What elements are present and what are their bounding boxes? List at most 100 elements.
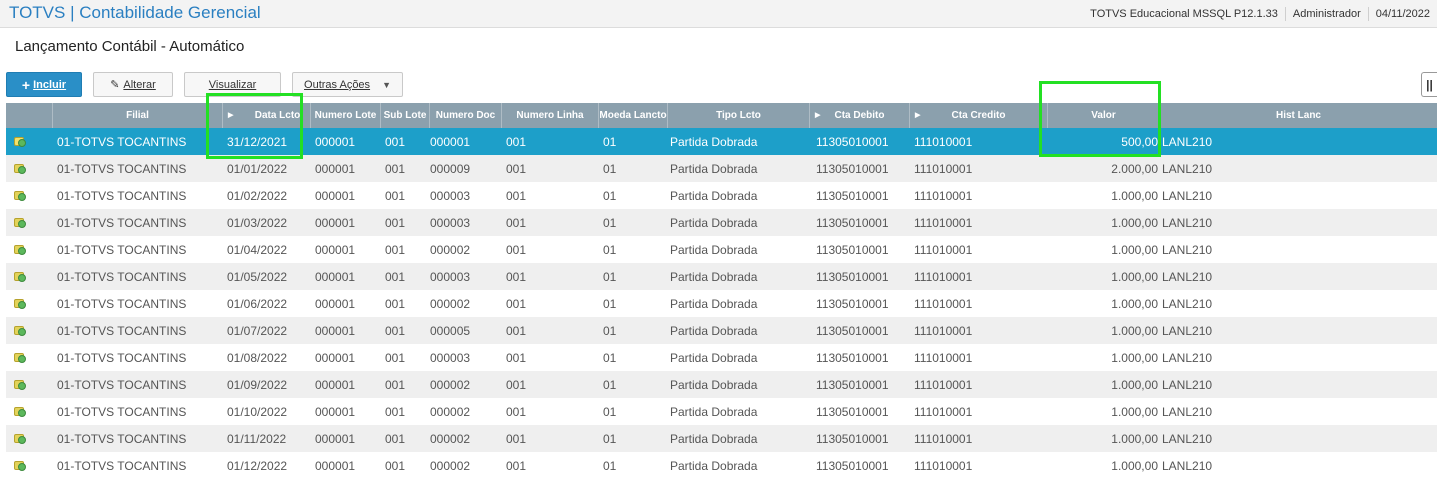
cell-data-lcto: 01/12/2022 — [227, 458, 288, 473]
header-numero-doc[interactable]: Numero Doc — [430, 103, 502, 128]
header-filial[interactable]: Filial — [53, 103, 223, 128]
table-row[interactable]: 01-TOTVS TOCANTINS 01/03/2022 000001 001 000… — [6, 209, 1437, 236]
cell-moeda-lancto: 01 — [603, 161, 617, 176]
cell-numero-linha: 001 — [506, 404, 527, 419]
cell-cta-credito: 111010001 — [914, 215, 973, 230]
cell-cta-debito: 11305010001 — [816, 431, 889, 446]
table-row[interactable]: 01-TOTVS TOCANTINS 01/11/2022 000001 001 000… — [6, 425, 1437, 452]
cell-numero-linha: 001 — [506, 215, 527, 230]
cell-numero-lote: 000001 — [315, 404, 356, 419]
cell-numero-doc: 000003 — [430, 215, 471, 230]
cell-filial: 01-TOTVS TOCANTINS — [57, 296, 187, 311]
cell-numero-doc: 000002 — [430, 377, 471, 392]
cell-tipo-lcto: Partida Dobrada — [670, 134, 758, 149]
header-numero-linha[interactable]: Numero Linha — [502, 103, 599, 128]
table-row[interactable]: 01-TOTVS TOCANTINS 01/02/2022 000001 001 000… — [6, 182, 1437, 209]
legend-cell — [6, 128, 53, 155]
status-legend-icon[interactable] — [14, 434, 26, 444]
cell-sub-lote: 001 — [385, 323, 406, 338]
table-row[interactable]: 01-TOTVS TOCANTINS 01/06/2022 000001 001 000… — [6, 290, 1437, 317]
visualizar-button[interactable]: Visualizar — [184, 72, 281, 97]
cell-moeda-lancto: 01 — [603, 269, 617, 284]
status-legend-icon[interactable] — [14, 191, 26, 201]
cell-numero-linha: 001 — [506, 458, 527, 473]
grid-header: Filial ▶ Data Lcto Numero Lote Sub Lote … — [6, 103, 1437, 128]
cell-numero-doc: 000005 — [430, 323, 471, 338]
cell-numero-doc: 000002 — [430, 296, 471, 311]
header-tipo-lcto[interactable]: Tipo Lcto — [668, 103, 810, 128]
cell-hist-lanc: LANL210 — [1162, 188, 1213, 203]
status-legend-icon[interactable] — [14, 380, 26, 390]
cell-cta-credito: 111010001 — [914, 134, 973, 149]
cell-tipo-lcto: Partida Dobrada — [670, 215, 758, 230]
user-label[interactable]: Administrador — [1284, 7, 1368, 21]
cell-valor: 1.000,00 — [1111, 296, 1158, 311]
cell-tipo-lcto: Partida Dobrada — [670, 296, 758, 311]
column-config-icon[interactable]: || — [1421, 72, 1437, 97]
status-legend-icon[interactable] — [14, 407, 26, 417]
header-sub-lote[interactable]: Sub Lote — [381, 103, 430, 128]
status-legend-icon[interactable] — [14, 137, 26, 147]
table-row[interactable]: 01-TOTVS TOCANTINS 01/09/2022 000001 001 000… — [6, 371, 1437, 398]
table-row[interactable]: 01-TOTVS TOCANTINS 01/01/2022 000001 001 000… — [6, 155, 1437, 182]
cell-filial: 01-TOTVS TOCANTINS — [57, 242, 187, 257]
status-legend-icon[interactable] — [14, 272, 26, 282]
cell-data-lcto: 01/10/2022 — [227, 404, 288, 419]
cell-filial: 01-TOTVS TOCANTINS — [57, 269, 187, 284]
table-row[interactable]: 01-TOTVS TOCANTINS 01/12/2022 000001 001 000… — [6, 452, 1437, 479]
status-legend-icon[interactable] — [14, 218, 26, 228]
cell-sub-lote: 001 — [385, 215, 406, 230]
header-hist-lanc[interactable]: Hist Lanc — [1160, 103, 1437, 128]
table-row[interactable]: 01-TOTVS TOCANTINS 01/10/2022 000001 001 000… — [6, 398, 1437, 425]
header-legend[interactable] — [6, 103, 53, 128]
environment-label: TOTVS Educacional MSSQL P12.1.33 — [1090, 8, 1278, 20]
header-data-lcto-label: Data Lcto — [254, 110, 301, 121]
outras-acoes-button[interactable]: Outras Ações ▼ — [292, 72, 403, 97]
status-legend-icon[interactable] — [14, 326, 26, 336]
table-row[interactable]: 01-TOTVS TOCANTINS 01/07/2022 000001 001 000… — [6, 317, 1437, 344]
incluir-button[interactable]: + Incluir — [6, 72, 82, 97]
visualizar-label: Visualizar — [208, 78, 257, 91]
cell-cta-credito: 111010001 — [914, 377, 973, 392]
cell-numero-doc: 000002 — [430, 404, 471, 419]
table-row[interactable]: 01-TOTVS TOCANTINS 31/12/2021 000001 001 000… — [6, 128, 1437, 155]
status-legend-icon[interactable] — [14, 299, 26, 309]
cell-moeda-lancto: 01 — [603, 350, 617, 365]
table-row[interactable]: 01-TOTVS TOCANTINS 01/08/2022 000001 001 000… — [6, 344, 1437, 371]
header-numero-lote[interactable]: Numero Lote — [311, 103, 381, 128]
status-legend-icon[interactable] — [14, 461, 26, 471]
table-row[interactable]: 01-TOTVS TOCANTINS 01/05/2022 000001 001 000… — [6, 263, 1437, 290]
cell-numero-linha: 001 — [506, 296, 527, 311]
cell-cta-credito: 111010001 — [914, 242, 973, 257]
header-cta-credito[interactable]: ▶ Cta Credito — [910, 103, 1048, 128]
header-valor[interactable]: Valor — [1048, 103, 1160, 128]
header-data-lcto[interactable]: ▶ Data Lcto — [223, 103, 311, 128]
legend-cell — [6, 236, 53, 263]
status-legend-icon[interactable] — [14, 353, 26, 363]
status-legend-icon[interactable] — [14, 245, 26, 255]
header-moeda-lancto[interactable]: Moeda Lancto — [599, 103, 668, 128]
cell-numero-lote: 000001 — [315, 296, 356, 311]
cell-hist-lanc: LANL210 — [1162, 377, 1213, 392]
alterar-button[interactable]: ✎ Alterar — [93, 72, 173, 97]
cell-hist-lanc: LANL210 — [1162, 269, 1213, 284]
cell-valor: 1.000,00 — [1111, 269, 1158, 284]
table-row[interactable]: 01-TOTVS TOCANTINS 01/04/2022 000001 001 000… — [6, 236, 1437, 263]
header-cta-debito-label: Cta Debito — [834, 110, 885, 121]
header-cta-debito[interactable]: ▶ Cta Debito — [810, 103, 910, 128]
cell-cta-debito: 11305010001 — [816, 269, 889, 284]
cell-data-lcto: 01/06/2022 — [227, 296, 288, 311]
incluir-label: Incluir — [33, 78, 67, 91]
cell-numero-linha: 001 — [506, 431, 527, 446]
cell-numero-lote: 000001 — [315, 242, 356, 257]
cell-tipo-lcto: Partida Dobrada — [670, 161, 758, 176]
cell-moeda-lancto: 01 — [603, 404, 617, 419]
legend-cell — [6, 398, 53, 425]
status-legend-icon[interactable] — [14, 164, 26, 174]
sort-indicator-icon: ▶ — [228, 112, 234, 119]
cell-sub-lote: 001 — [385, 296, 406, 311]
cell-valor: 1.000,00 — [1111, 377, 1158, 392]
cell-data-lcto: 01/11/2022 — [227, 431, 287, 446]
cell-numero-doc: 000002 — [430, 242, 471, 257]
cell-cta-debito: 11305010001 — [816, 215, 889, 230]
